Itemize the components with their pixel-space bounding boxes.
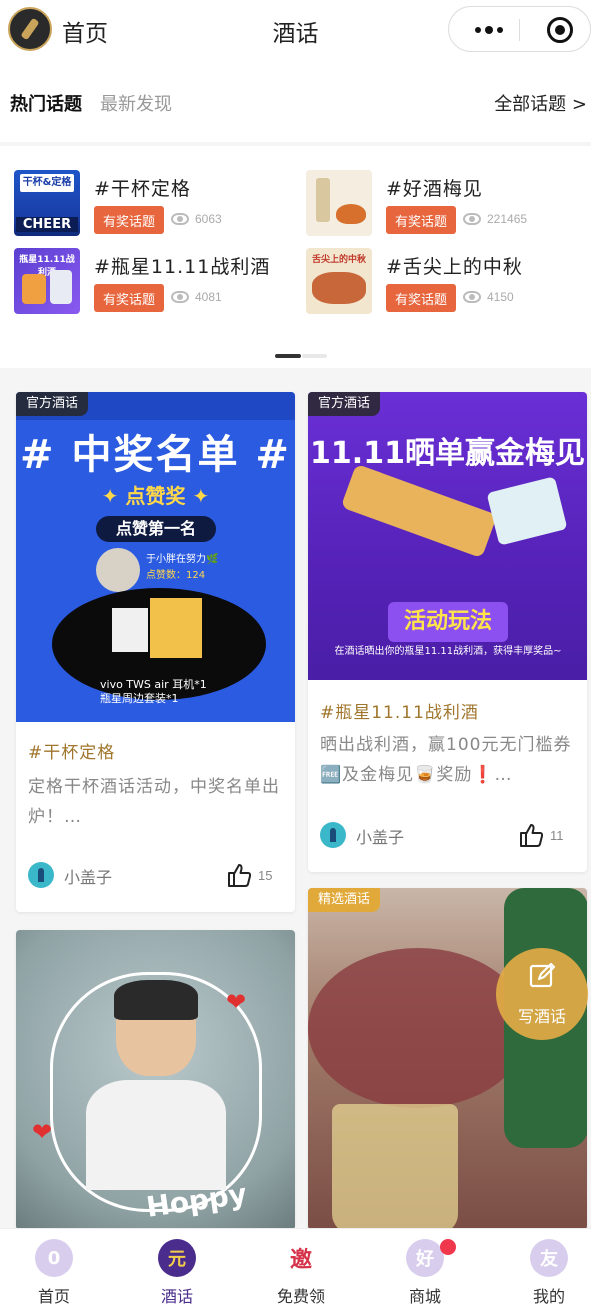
like-count: 15	[258, 868, 273, 883]
topic-name: #干杯定格	[94, 178, 191, 200]
image-title: 11.11晒单赢金梅见	[310, 436, 585, 471]
topic-thumbnail: 干杯&定格 CHEER	[14, 170, 80, 236]
topic-thumbnail	[306, 170, 372, 236]
nav-label: 酒话	[160, 1287, 193, 1306]
post-card[interactable]: 11.11晒单赢金梅见 活动玩法 在酒话晒出你的瓶星11.11战利酒，获得丰厚奖…	[308, 392, 587, 872]
home-link[interactable]: 首页	[62, 14, 108, 48]
post-description: 晒出战利酒，赢100元无门槛券🆓及金梅见🥃奖励❗…	[320, 735, 572, 785]
post-image: ❤ ❤ Hoppy	[16, 930, 295, 1230]
winner-avatar	[96, 548, 140, 592]
close-miniprogram-icon[interactable]	[547, 17, 573, 43]
eye-icon	[171, 213, 189, 225]
post-description: 定格干杯酒话活动，中奖名单出炉！…	[28, 777, 280, 827]
thumbs-up-icon[interactable]	[226, 862, 252, 888]
reward-badge: 有奖话题	[94, 284, 164, 312]
prize-item: vivo TWS air 耳机*1	[100, 678, 207, 691]
thumbs-up-icon[interactable]	[518, 822, 544, 848]
post-card[interactable]: # 中奖名单 # ✦ 点赞奖 ✦ 点赞第一名 于小胖在努力🌿 点赞数：124 v…	[16, 392, 295, 912]
carousel-indicator[interactable]	[275, 354, 327, 358]
image-pill: 点赞第一名	[96, 516, 216, 542]
invite-icon: 邀	[289, 1248, 312, 1273]
topic-thumbnail: 瓶星11.11战利酒	[14, 248, 80, 314]
post-image: 11.11晒单赢金梅见 活动玩法 在酒话晒出你的瓶星11.11战利酒，获得丰厚奖…	[308, 392, 587, 680]
nav-label: 首页	[37, 1287, 70, 1306]
post-image	[308, 888, 587, 1230]
view-count: 4150	[487, 290, 514, 304]
post-image: # 中奖名单 # ✦ 点赞奖 ✦ 点赞第一名 于小胖在努力🌿 点赞数：124 v…	[16, 392, 295, 722]
post-tag: 官方酒话	[16, 392, 89, 416]
app-logo[interactable]	[8, 7, 52, 51]
mini-program-capsule	[448, 6, 591, 52]
write-post-button[interactable]: 写酒话	[496, 948, 588, 1040]
post-tag: 官方酒话	[308, 392, 381, 416]
nav-profile[interactable]: 友 我的	[490, 1229, 591, 1306]
pager-dot	[302, 354, 327, 358]
reward-badge: 有奖话题	[386, 206, 456, 234]
like-count: 11	[550, 828, 564, 843]
nav-mall[interactable]: 好 商城	[366, 1229, 484, 1306]
more-menu-icon[interactable]	[469, 16, 509, 44]
topic-name: #好酒梅见	[386, 178, 483, 200]
post-topic-link[interactable]: #瓶星11.11战利酒	[320, 698, 479, 723]
thumbnail-text: 舌尖上的中秋	[311, 255, 366, 265]
author-avatar[interactable]	[28, 862, 54, 888]
author-name[interactable]: 小盖子	[356, 824, 404, 848]
view-count: 4081	[195, 290, 222, 304]
eye-icon	[171, 291, 189, 303]
post-tag: 精选酒话	[308, 888, 381, 912]
bottle-logo-icon	[21, 18, 39, 40]
nav-label: 我的	[532, 1287, 565, 1306]
edit-icon	[529, 962, 556, 988]
bottom-nav: 0 首页 元 酒话 邀 免费领 好 商城 友 我的	[0, 1228, 591, 1306]
all-topics-link[interactable]: 全部话题 >	[494, 90, 587, 116]
topic-card[interactable]: #好酒梅见 有奖话题 221465	[306, 170, 576, 236]
prize-list: vivo TWS air 耳机*1 瓶星周边套装*1	[100, 678, 207, 706]
nav-jiuhua[interactable]: 元 酒话	[118, 1229, 236, 1306]
image-title: # 中奖名单 #	[20, 432, 291, 478]
view-count: 221465	[487, 212, 528, 226]
pager-dot-active	[275, 354, 301, 358]
author-avatar[interactable]	[320, 822, 346, 848]
eye-icon	[463, 213, 481, 225]
app-header: 首页 酒话	[0, 0, 591, 60]
prize-item: 瓶星周边套装*1	[100, 692, 179, 705]
nav-home[interactable]: 0 首页	[0, 1229, 113, 1306]
winner-name: 于小胖在努力🌿	[146, 554, 219, 565]
mall-icon: 好	[406, 1239, 444, 1277]
topic-name: #舌尖上的中秋	[386, 256, 523, 278]
thumbnail-text: 干杯&定格	[20, 174, 74, 192]
reward-badge: 有奖话题	[94, 206, 164, 234]
view-count: 6063	[195, 212, 222, 226]
capsule-divider	[519, 19, 520, 41]
post-topic-link[interactable]: #干杯定格	[28, 738, 115, 763]
post-card[interactable]: 精选酒话	[308, 888, 587, 1230]
winner-count: 点赞数：124	[146, 570, 206, 581]
topic-thumbnail: 舌尖上的中秋	[306, 248, 372, 314]
nav-free[interactable]: 邀 免费领	[242, 1229, 360, 1306]
notification-dot	[440, 1239, 456, 1255]
image-banner: 活动玩法	[388, 602, 508, 642]
post-card[interactable]: ❤ ❤ Hoppy	[16, 930, 295, 1230]
thumbnail-text: CHEER	[16, 217, 78, 232]
tab-hot-topics[interactable]: 热门话题	[10, 90, 82, 116]
reward-badge: 有奖话题	[386, 284, 456, 312]
nav-label: 免费领	[276, 1287, 325, 1306]
hot-topics-panel: 干杯&定格 CHEER #干杯定格 有奖话题 6063 #好酒梅见 有奖话题 2…	[0, 146, 591, 368]
topic-card[interactable]: 舌尖上的中秋 #舌尖上的中秋 有奖话题 4150	[306, 248, 576, 314]
image-note: 在酒话晒出你的瓶星11.11战利酒，获得丰厚奖品~	[334, 646, 562, 657]
profile-icon: 友	[530, 1239, 568, 1277]
home-icon: 0	[35, 1239, 73, 1277]
topic-tabs: 热门话题 最新发现 全部话题 >	[0, 60, 591, 142]
tab-latest[interactable]: 最新发现	[100, 90, 172, 116]
nav-label: 商城	[408, 1287, 441, 1306]
jiuhua-icon: 元	[158, 1239, 196, 1277]
eye-icon	[463, 291, 481, 303]
topic-card[interactable]: 干杯&定格 CHEER #干杯定格 有奖话题 6063	[14, 170, 284, 236]
write-post-label: 写酒话	[517, 1007, 566, 1026]
image-subtitle: ✦ 点赞奖 ✦	[101, 484, 210, 508]
author-name[interactable]: 小盖子	[64, 864, 112, 888]
topic-card[interactable]: 瓶星11.11战利酒 #瓶星11.11战利酒 有奖话题 4081	[14, 248, 284, 314]
topic-name: #瓶星11.11战利酒	[94, 256, 271, 278]
